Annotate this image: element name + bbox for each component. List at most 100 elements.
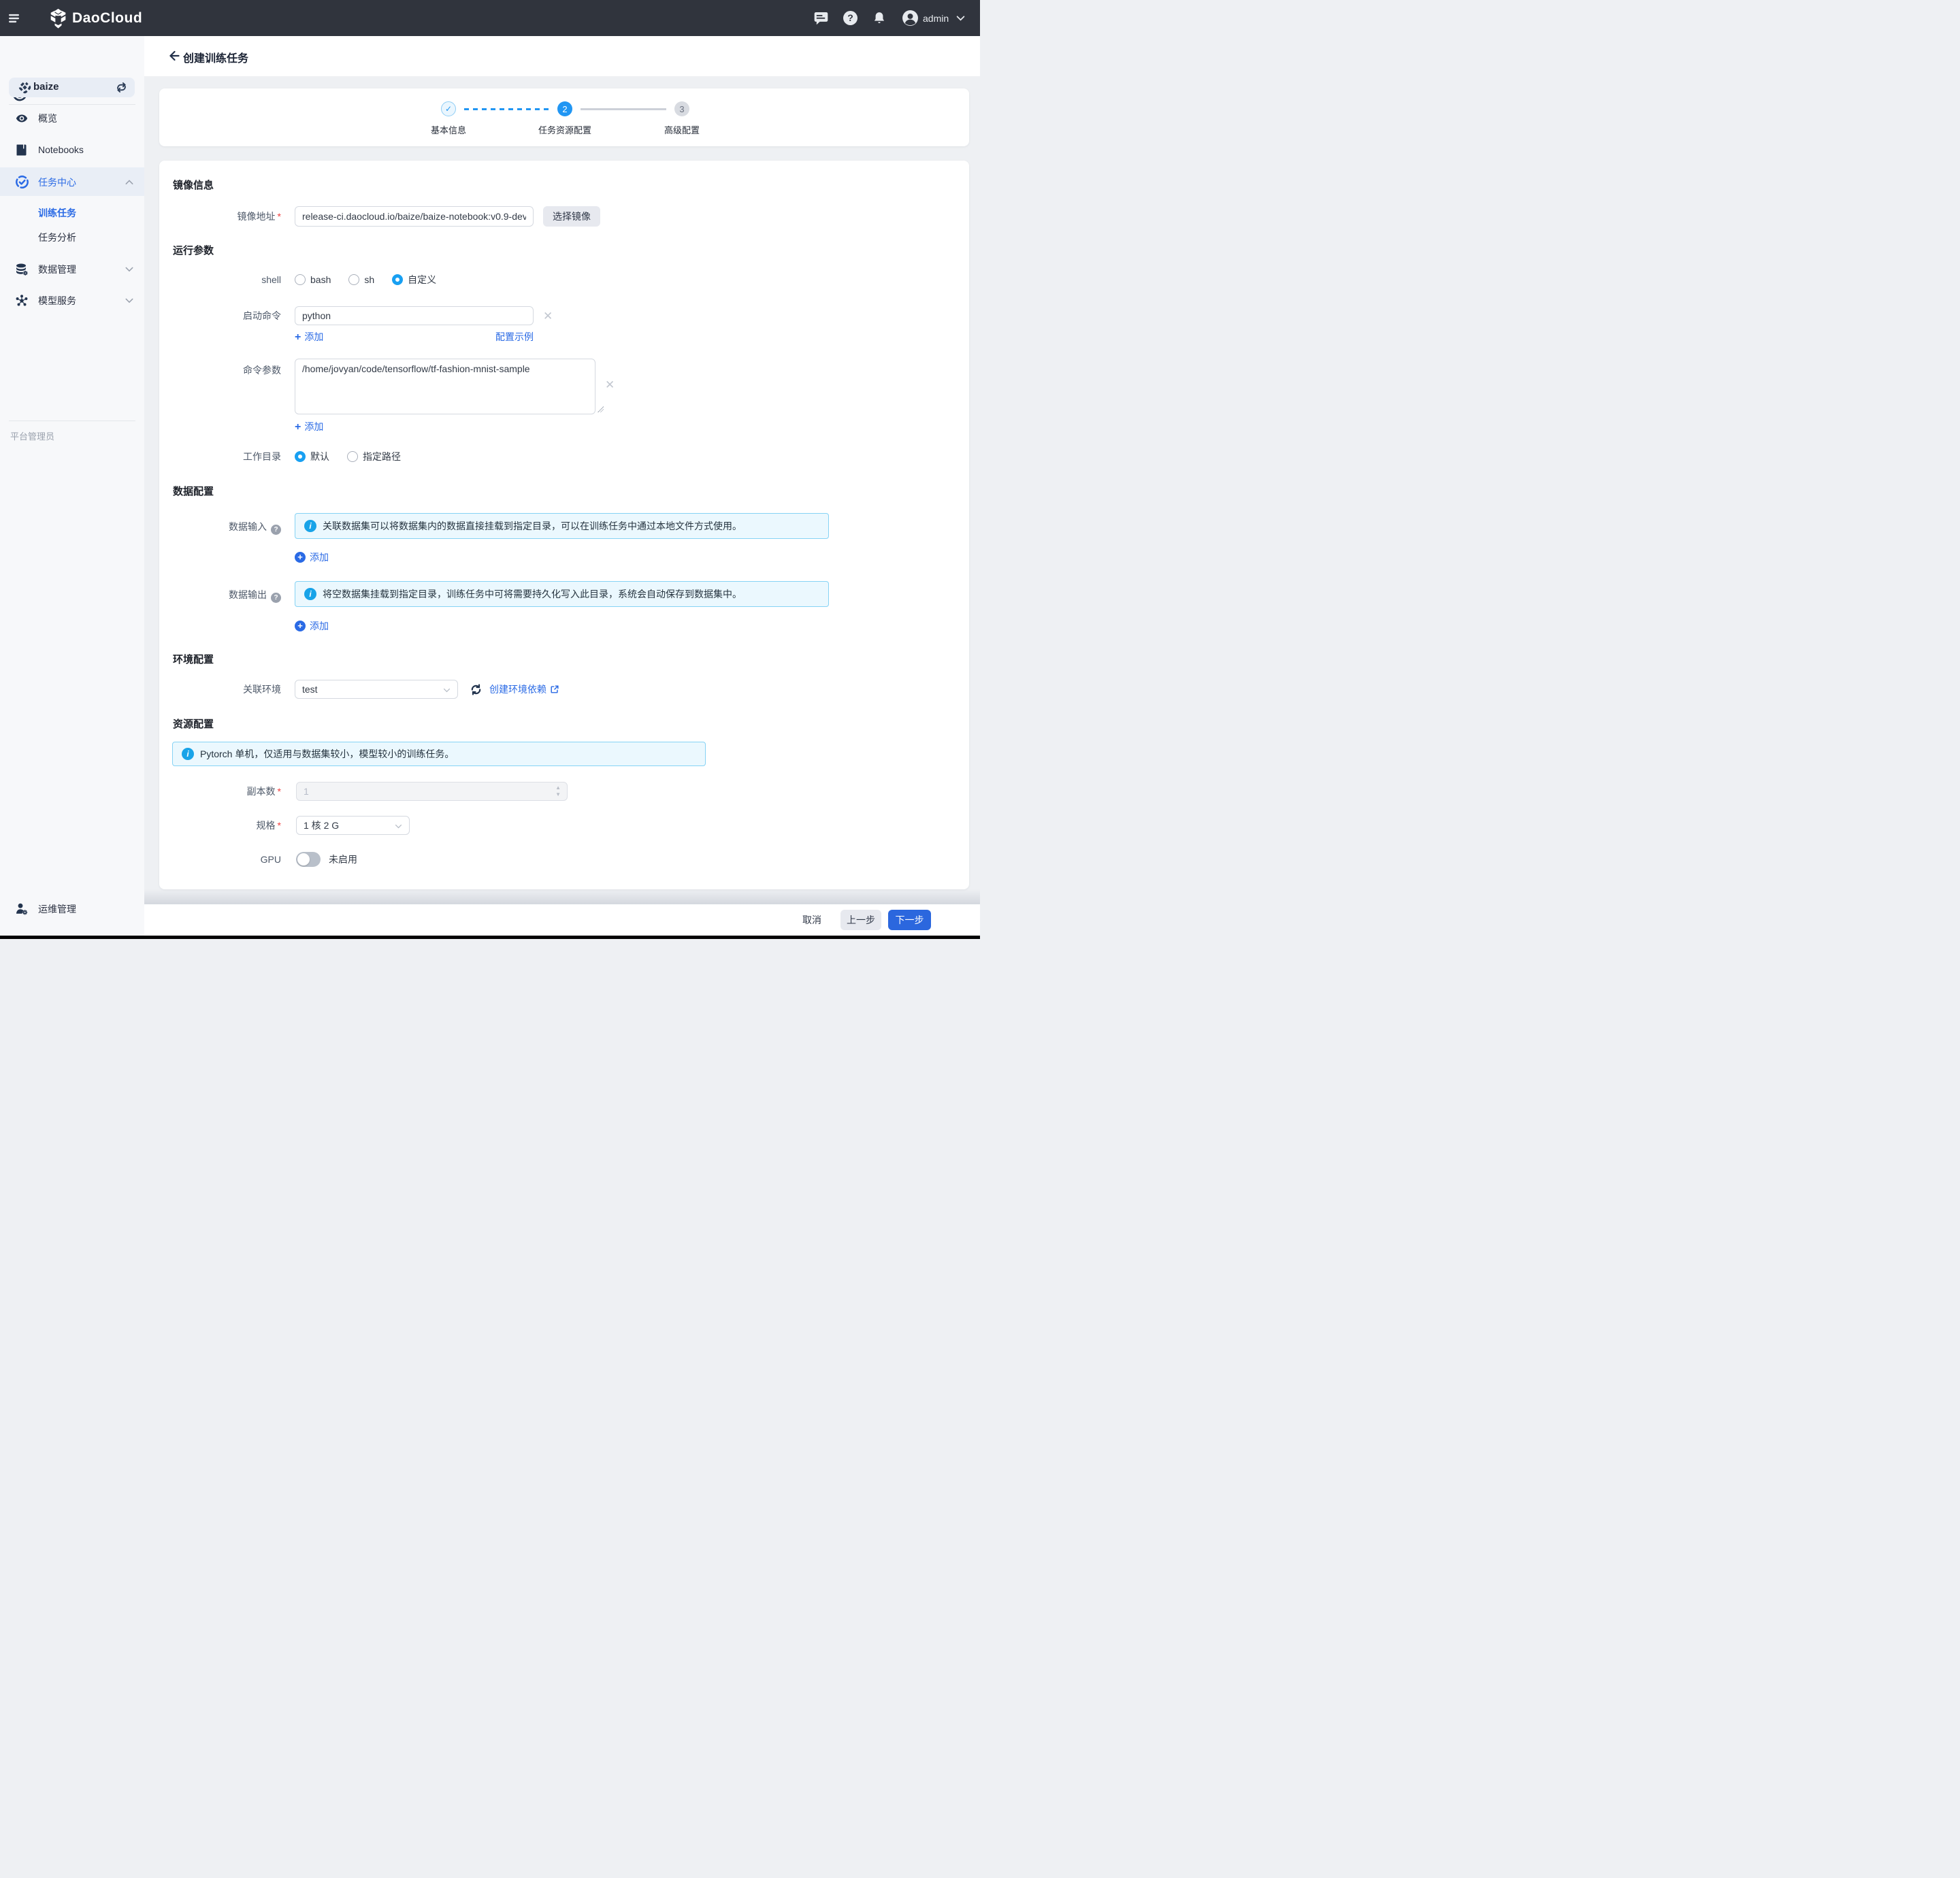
message-icon[interactable] xyxy=(814,0,828,36)
sidebar: AI Lab baize xyxy=(0,36,144,936)
sidebar-subitem-task-analysis[interactable]: 任务分析 xyxy=(0,229,144,246)
env-label: 关联环境 xyxy=(159,682,281,696)
toggle-knob xyxy=(297,853,310,866)
sidebar-item-data-management[interactable]: 数据管理 xyxy=(0,259,144,280)
database-gear-icon xyxy=(14,262,29,277)
step-3-label: 高级配置 xyxy=(634,123,730,136)
step-3-circle: 3 xyxy=(674,101,689,116)
gpu-toggle-off[interactable] xyxy=(296,852,321,867)
cancel-button[interactable]: 取消 xyxy=(802,913,821,927)
command-args-textarea[interactable]: /home/jovyan/code/tensorflow/tf-fashion-… xyxy=(295,359,595,414)
notebook-icon xyxy=(14,142,29,157)
required-asterisk: * xyxy=(278,211,281,222)
workspace-baize-icon xyxy=(18,81,31,97)
shell-label: shell xyxy=(159,274,281,285)
sidebar-item-label: 任务中心 xyxy=(38,176,76,189)
select-chevron-down-icon xyxy=(443,684,451,695)
back-arrow-icon[interactable] xyxy=(168,50,180,65)
next-step-button[interactable]: 下一步 xyxy=(888,910,931,930)
sidebar-item-model-services[interactable]: 模型服务 xyxy=(0,291,144,311)
user-menu-chevron-down-icon[interactable] xyxy=(956,0,965,36)
number-stepper-icons[interactable]: ▲▼ xyxy=(555,785,561,798)
start-command-input[interactable] xyxy=(295,306,534,325)
gpu-row: GPU 未启用 xyxy=(159,852,357,867)
question-help-icon[interactable]: ? xyxy=(271,593,281,603)
add-data-input-link[interactable]: + 添加 xyxy=(295,550,329,564)
sidebar-item-label: 模型服务 xyxy=(38,294,76,308)
section-title-data-config: 数据配置 xyxy=(173,484,214,498)
workspace-switch-icon[interactable] xyxy=(116,82,127,97)
env-row: 关联环境 test 创建环境依赖 xyxy=(159,680,559,699)
sidebar-item-ops-management[interactable]: 运维管理 xyxy=(0,899,144,919)
sidebar-item-label: Notebooks xyxy=(38,144,84,155)
remove-args-icon[interactable]: ✕ xyxy=(605,379,615,391)
replicas-input-disabled: 1 ▲▼ xyxy=(296,782,568,801)
args-add-row: +添加 xyxy=(159,421,323,433)
workdir-label: 工作目录 xyxy=(159,450,281,463)
plus-circle-icon: + xyxy=(295,552,306,563)
section-title-image-info: 镜像信息 xyxy=(173,178,214,192)
radio-label: sh xyxy=(364,274,374,285)
start-command-label: 启动命令 xyxy=(159,309,281,323)
radio-bash[interactable]: bash xyxy=(295,274,331,285)
plus-icon: + xyxy=(295,331,301,343)
workspace-selector[interactable]: baize xyxy=(9,78,135,97)
sidebar-item-overview[interactable]: 概览 xyxy=(0,108,144,129)
stepper-card: ✓ 2 3 基本信息 任务资源配置 高级配置 xyxy=(159,88,969,146)
data-output-info-alert: i 将空数据集挂载到指定目录，训练任务中可将需要持久化写入此目录，系统会自动保存… xyxy=(295,581,829,607)
data-output-label: 数据输出? xyxy=(159,581,281,603)
notification-bell-icon[interactable] xyxy=(872,0,886,36)
step-1-label: 基本信息 xyxy=(401,123,496,136)
replicas-row: 副本数* 1 ▲▼ xyxy=(159,782,568,801)
radio-selected-icon xyxy=(295,451,306,462)
image-address-label: 镜像地址* xyxy=(159,210,281,223)
select-image-button[interactable]: 选择镜像 xyxy=(543,206,600,227)
workdir-row: 工作目录 默认 指定路径 xyxy=(159,450,401,463)
resize-handle[interactable] xyxy=(598,406,604,412)
menu-icon[interactable] xyxy=(9,0,19,36)
step-1-done-check-icon: ✓ xyxy=(441,101,456,116)
env-select[interactable]: test xyxy=(295,680,458,699)
add-args-link[interactable]: +添加 xyxy=(295,420,323,433)
role-label: 平台管理员 xyxy=(10,429,54,442)
image-address-input[interactable] xyxy=(295,206,534,227)
radio-workdir-custom-path[interactable]: 指定路径 xyxy=(347,450,401,463)
chevron-down-icon[interactable] xyxy=(125,295,133,307)
user-name[interactable]: admin xyxy=(923,0,949,36)
sidebar-item-task-center[interactable]: 任务中心 xyxy=(0,167,144,196)
add-command-link[interactable]: +添加 xyxy=(295,330,323,344)
env-select-value: test xyxy=(302,684,318,695)
refresh-env-icon[interactable] xyxy=(470,683,483,696)
sidebar-item-notebooks[interactable]: Notebooks xyxy=(0,139,144,160)
add-data-output-link[interactable]: + 添加 xyxy=(295,619,329,633)
radio-icon xyxy=(348,274,359,285)
sidebar-subitem-training-tasks[interactable]: 训练任务 xyxy=(0,204,144,222)
remove-command-icon[interactable]: ✕ xyxy=(543,310,553,322)
start-command-row: 启动命令 ✕ xyxy=(159,306,553,325)
daocloud-logo-icon xyxy=(49,0,67,36)
sidebar-item-label: 运维管理 xyxy=(38,902,76,916)
data-output-add-row: + 添加 xyxy=(159,620,329,632)
required-asterisk: * xyxy=(278,820,281,831)
radio-custom[interactable]: 自定义 xyxy=(392,273,436,286)
spec-select[interactable]: 1 核 2 G xyxy=(296,816,410,835)
radio-sh[interactable]: sh xyxy=(348,274,374,285)
help-icon[interactable]: ? xyxy=(843,0,858,36)
step-connector-dashed xyxy=(464,108,549,110)
avatar[interactable] xyxy=(902,0,919,36)
radio-workdir-default[interactable]: 默认 xyxy=(295,450,329,463)
prev-step-button[interactable]: 上一步 xyxy=(840,910,881,930)
eye-icon xyxy=(14,111,29,126)
chevron-down-icon[interactable] xyxy=(125,263,133,276)
chevron-up-icon[interactable] xyxy=(125,176,133,188)
model-network-icon xyxy=(14,293,29,308)
create-env-dependency-link[interactable]: 创建环境依赖 xyxy=(489,682,559,696)
info-icon: i xyxy=(304,588,316,600)
alert-text: Pytorch 单机，仅适用与数据集较小，模型较小的训练任务。 xyxy=(200,747,454,761)
data-input-row: 数据输入? i 关联数据集可以将数据集内的数据直接挂载到指定目录，可以在训练任务… xyxy=(159,513,829,539)
question-help-icon[interactable]: ? xyxy=(271,525,281,535)
gpu-label: GPU xyxy=(159,854,281,865)
info-icon: i xyxy=(182,748,194,760)
replicas-label: 副本数* xyxy=(159,785,281,798)
config-example-link[interactable]: 配置示例 xyxy=(495,330,534,344)
